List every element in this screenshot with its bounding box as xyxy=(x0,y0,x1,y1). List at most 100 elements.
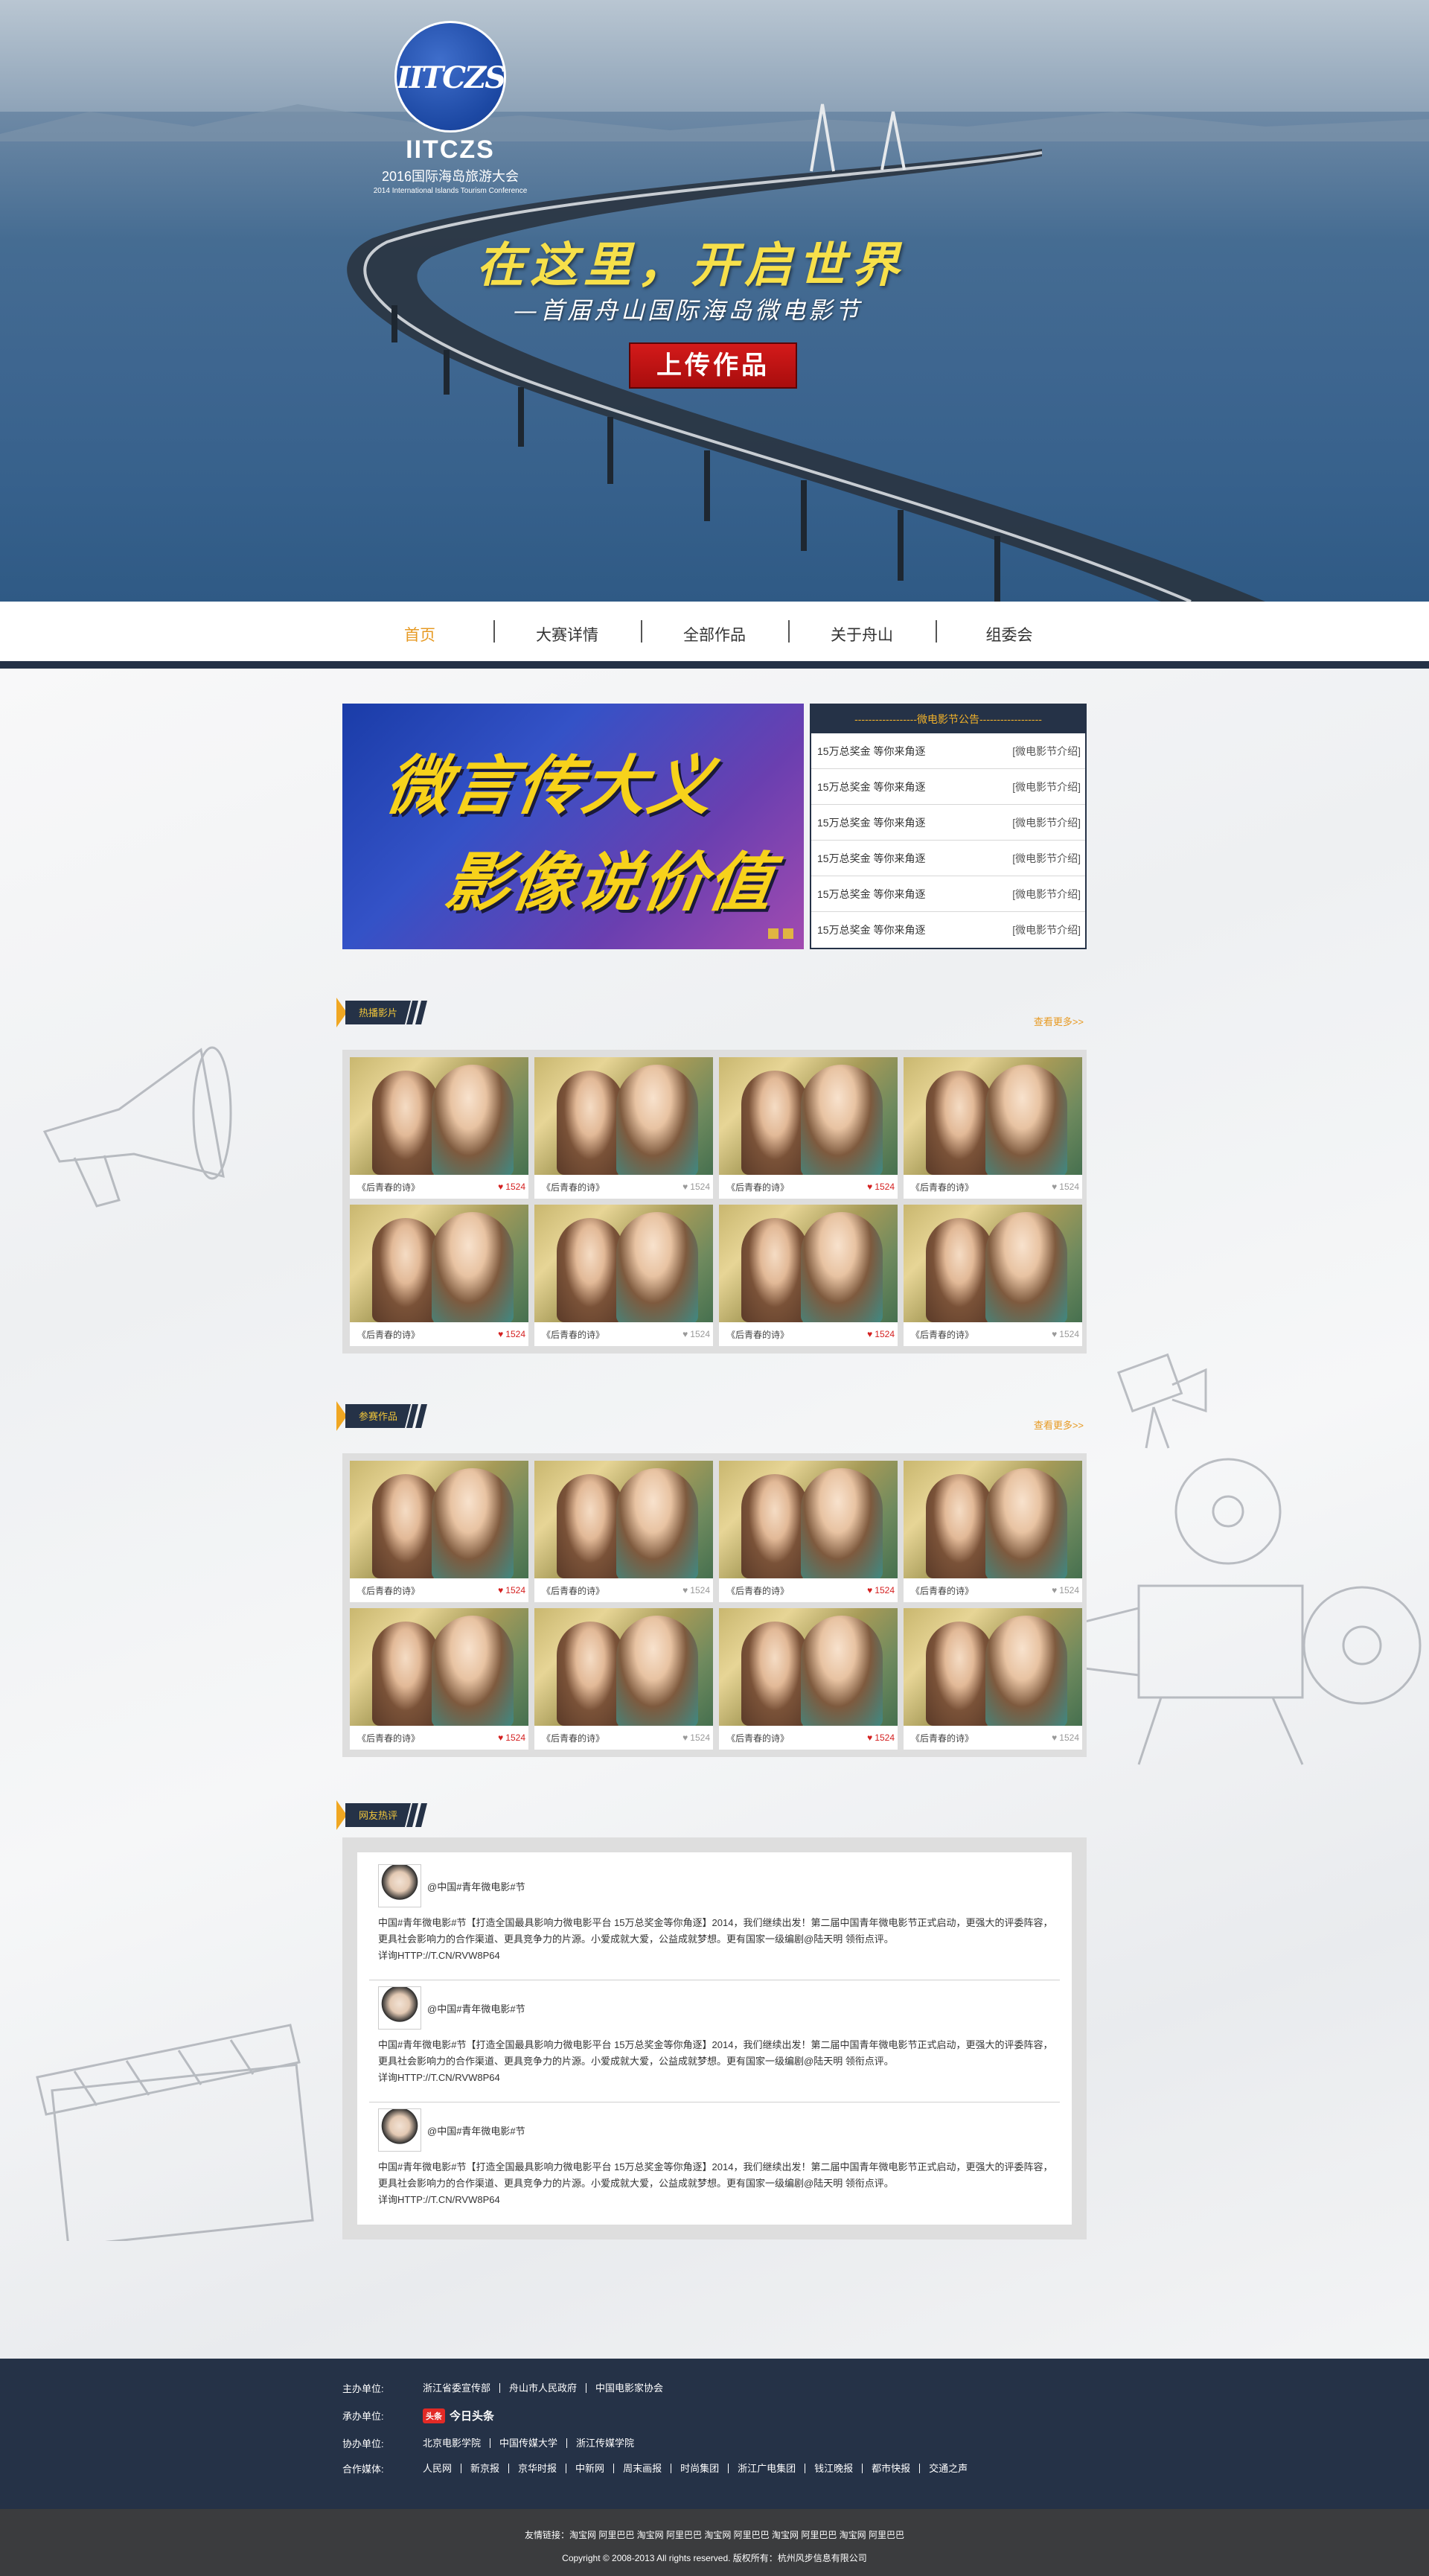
heart-icon[interactable]: ♥ xyxy=(498,1585,503,1595)
like-counter[interactable]: ♥ 1524 xyxy=(682,1182,710,1192)
film-thumbnail[interactable] xyxy=(719,1057,898,1175)
film-card[interactable]: 《后青春的诗》 ♥ 1524 xyxy=(904,1205,1082,1346)
footer-co-link[interactable]: 北京电影学院 xyxy=(423,2438,490,2448)
footer-host-link[interactable]: 舟山市人民政府 xyxy=(499,2383,586,2393)
toutiao-logo[interactable]: 头条 今日头条 xyxy=(423,2408,494,2423)
film-card[interactable]: 《后青春的诗》 ♥ 1524 xyxy=(350,1057,528,1199)
film-title[interactable]: 《后青春的诗》 xyxy=(726,1584,789,1597)
film-card[interactable]: 《后青春的诗》 ♥ 1524 xyxy=(719,1461,898,1602)
like-counter[interactable]: ♥ 1524 xyxy=(682,1732,710,1743)
footer-media-link[interactable]: 都市快报 xyxy=(862,2464,919,2473)
conference-logo[interactable]: IITCZS IITCZS 2016国际海岛旅游大会 2014 Internat… xyxy=(350,21,551,195)
film-title[interactable]: 《后青春的诗》 xyxy=(357,1328,420,1341)
film-card[interactable]: 《后青春的诗》 ♥ 1524 xyxy=(350,1461,528,1602)
comment-user[interactable]: @中国#青年微电影#节 xyxy=(427,2123,525,2137)
like-counter[interactable]: ♥ 1524 xyxy=(498,1732,525,1743)
film-thumbnail[interactable] xyxy=(904,1608,1082,1726)
film-title[interactable]: 《后青春的诗》 xyxy=(911,1328,974,1341)
footer-co-link[interactable]: 中国传媒大学 xyxy=(490,2438,566,2448)
footer-media-link[interactable]: 周末画报 xyxy=(613,2464,671,2473)
heart-icon[interactable]: ♥ xyxy=(1052,1182,1057,1192)
like-counter[interactable]: ♥ 1524 xyxy=(682,1329,710,1339)
footer-host-link[interactable]: 中国电影家协会 xyxy=(586,2383,672,2393)
like-counter[interactable]: ♥ 1524 xyxy=(1052,1732,1079,1743)
film-thumbnail[interactable] xyxy=(904,1461,1082,1578)
heart-icon[interactable]: ♥ xyxy=(867,1182,872,1192)
like-counter[interactable]: ♥ 1524 xyxy=(1052,1585,1079,1595)
film-thumbnail[interactable] xyxy=(534,1461,713,1578)
heart-icon[interactable]: ♥ xyxy=(498,1329,503,1339)
announcement-item[interactable]: 15万总奖金 等你来角逐 [微电影节介绍] xyxy=(811,769,1085,805)
footer-host-link[interactable]: 浙江省委宣传部 xyxy=(423,2383,499,2393)
friend-links[interactable]: 友情链接：淘宝网 阿里巴巴 淘宝网 阿里巴巴 淘宝网 阿里巴巴 淘宝网 阿里巴巴… xyxy=(0,2509,1429,2541)
heart-icon[interactable]: ♥ xyxy=(682,1732,688,1743)
nav-item-home[interactable]: 首页 xyxy=(346,623,493,645)
film-title[interactable]: 《后青春的诗》 xyxy=(357,1584,420,1597)
film-card[interactable]: 《后青春的诗》 ♥ 1524 xyxy=(350,1205,528,1346)
film-card[interactable]: 《后青春的诗》 ♥ 1524 xyxy=(904,1057,1082,1199)
film-title[interactable]: 《后青春的诗》 xyxy=(911,1181,974,1193)
film-card[interactable]: 《后青春的诗》 ♥ 1524 xyxy=(904,1461,1082,1602)
comment-user[interactable]: @中国#青年微电影#节 xyxy=(427,1879,525,1893)
film-thumbnail[interactable] xyxy=(534,1057,713,1175)
film-card[interactable]: 《后青春的诗》 ♥ 1524 xyxy=(534,1461,713,1602)
footer-media-link[interactable]: 时尚集团 xyxy=(671,2464,728,2473)
avatar[interactable] xyxy=(378,1864,421,1907)
like-counter[interactable]: ♥ 1524 xyxy=(1052,1329,1079,1339)
like-counter[interactable]: ♥ 1524 xyxy=(498,1585,525,1595)
film-card[interactable]: 《后青春的诗》 ♥ 1524 xyxy=(719,1057,898,1199)
like-counter[interactable]: ♥ 1524 xyxy=(682,1585,710,1595)
heart-icon[interactable]: ♥ xyxy=(682,1585,688,1595)
film-title[interactable]: 《后青春的诗》 xyxy=(542,1732,604,1744)
footer-media-link[interactable]: 浙江广电集团 xyxy=(728,2464,805,2473)
film-card[interactable]: 《后青春的诗》 ♥ 1524 xyxy=(350,1608,528,1750)
film-thumbnail[interactable] xyxy=(350,1461,528,1578)
like-counter[interactable]: ♥ 1524 xyxy=(867,1329,895,1339)
heart-icon[interactable]: ♥ xyxy=(682,1329,688,1339)
footer-media-link[interactable]: 人民网 xyxy=(423,2464,461,2473)
comment-link[interactable]: 详询HTTP://T.CN/RVW8P64 xyxy=(378,1948,1060,1964)
heart-icon[interactable]: ♥ xyxy=(867,1732,872,1743)
like-counter[interactable]: ♥ 1524 xyxy=(867,1732,895,1743)
footer-media-link[interactable]: 钱江晚报 xyxy=(805,2464,862,2473)
film-card[interactable]: 《后青春的诗》 ♥ 1524 xyxy=(719,1205,898,1346)
announcement-item[interactable]: 15万总奖金 等你来角逐 [微电影节介绍] xyxy=(811,912,1085,948)
film-thumbnail[interactable] xyxy=(350,1608,528,1726)
comment-user[interactable]: @中国#青年微电影#节 xyxy=(427,2001,525,2015)
nav-item-all-works[interactable]: 全部作品 xyxy=(641,620,788,645)
announcement-item[interactable]: 15万总奖金 等你来角逐 [微电影节介绍] xyxy=(811,876,1085,912)
announcement-item[interactable]: 15万总奖金 等你来角逐 [微电影节介绍] xyxy=(811,841,1085,876)
film-title[interactable]: 《后青春的诗》 xyxy=(357,1732,420,1744)
film-title[interactable]: 《后青春的诗》 xyxy=(357,1181,420,1193)
footer-media-link[interactable]: 京华时报 xyxy=(508,2464,566,2473)
film-title[interactable]: 《后青春的诗》 xyxy=(911,1584,974,1597)
heart-icon[interactable]: ♥ xyxy=(498,1182,503,1192)
film-title[interactable]: 《后青春的诗》 xyxy=(542,1328,604,1341)
film-card[interactable]: 《后青春的诗》 ♥ 1524 xyxy=(904,1608,1082,1750)
footer-media-link[interactable]: 交通之声 xyxy=(919,2464,976,2473)
film-thumbnail[interactable] xyxy=(534,1608,713,1726)
like-counter[interactable]: ♥ 1524 xyxy=(498,1182,525,1192)
heart-icon[interactable]: ♥ xyxy=(1052,1585,1057,1595)
upload-work-button[interactable]: 上传作品 xyxy=(629,342,797,389)
heart-icon[interactable]: ♥ xyxy=(682,1182,688,1192)
avatar[interactable] xyxy=(378,1986,421,2030)
film-title[interactable]: 《后青春的诗》 xyxy=(726,1328,789,1341)
avatar[interactable] xyxy=(378,2108,421,2152)
film-thumbnail[interactable] xyxy=(904,1205,1082,1322)
footer-media-link[interactable]: 新京报 xyxy=(461,2464,508,2473)
heart-icon[interactable]: ♥ xyxy=(867,1329,872,1339)
footer-media-link[interactable]: 中新网 xyxy=(566,2464,613,2473)
heart-icon[interactable]: ♥ xyxy=(867,1585,872,1595)
film-card[interactable]: 《后青春的诗》 ♥ 1524 xyxy=(534,1608,713,1750)
film-thumbnail[interactable] xyxy=(534,1205,713,1322)
like-counter[interactable]: ♥ 1524 xyxy=(867,1182,895,1192)
film-card[interactable]: 《后青春的诗》 ♥ 1524 xyxy=(719,1608,898,1750)
heart-icon[interactable]: ♥ xyxy=(1052,1732,1057,1743)
film-title[interactable]: 《后青春的诗》 xyxy=(542,1584,604,1597)
film-thumbnail[interactable] xyxy=(719,1461,898,1578)
banner-dot[interactable] xyxy=(783,928,793,939)
film-title[interactable]: 《后青春的诗》 xyxy=(542,1181,604,1193)
entries-more-link[interactable]: 查看更多>> xyxy=(1034,1418,1084,1432)
footer-co-link[interactable]: 浙江传媒学院 xyxy=(566,2438,643,2448)
